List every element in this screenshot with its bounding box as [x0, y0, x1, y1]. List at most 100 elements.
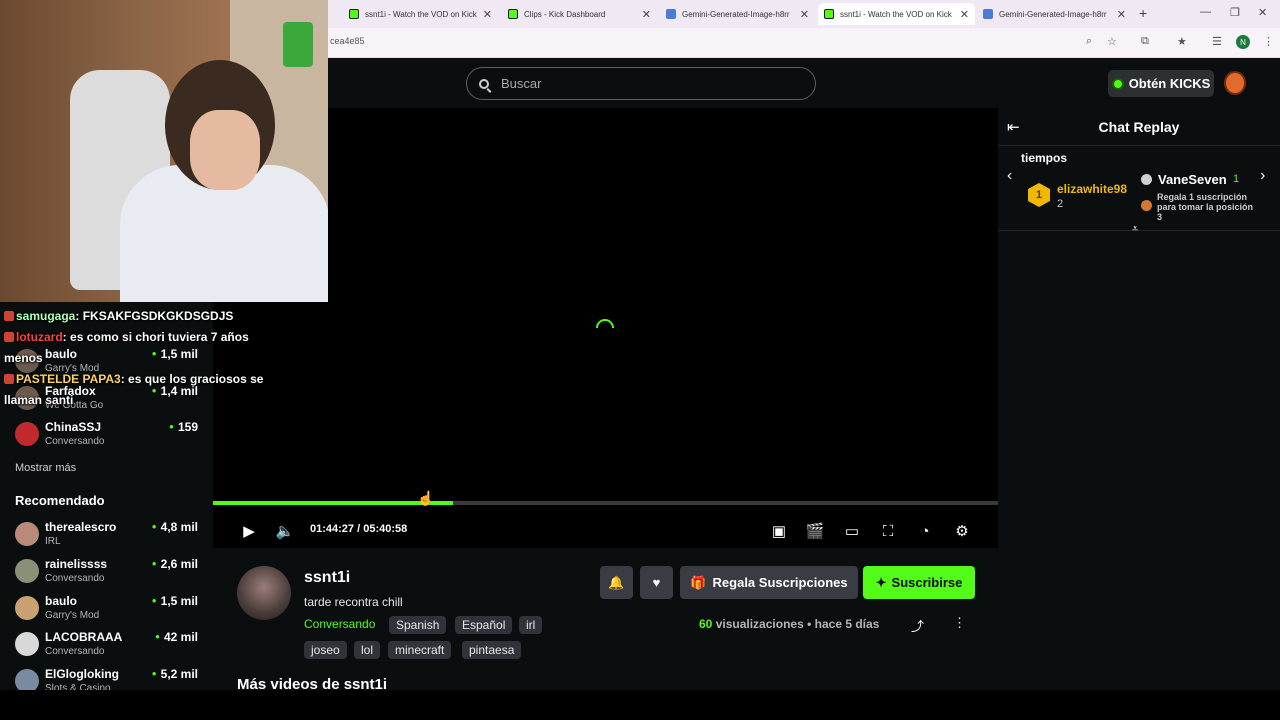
browser-tab-active[interactable]: ssnt1i - Watch the VOD on Kick ✕ — [818, 3, 975, 25]
player-controls: ▶ 🔈 01:44:27 / 05:40:58 ▣ 🎬 ▭ ⛶ ◔ ⚙ — [213, 515, 998, 547]
extensions-icon[interactable]: ⧉ — [1141, 35, 1149, 48]
playback-speed-icon[interactable]: ◔ — [916, 522, 934, 540]
silver-badge-icon — [1141, 174, 1152, 185]
chevron-right-icon[interactable]: › — [1260, 167, 1265, 185]
browser-tab[interactable]: Gemini-Generated-Image-h8rr ✕ — [977, 3, 1132, 25]
theater-mode-icon[interactable]: ▭ — [843, 522, 861, 540]
sparkle-icon: ✦ — [875, 574, 887, 590]
chat-title: Chat Replay — [1098, 119, 1180, 135]
chat-username: PASTELDE PAPA3 — [16, 372, 121, 386]
tag[interactable]: minecraft — [388, 641, 452, 659]
tag[interactable]: Spanish — [389, 616, 447, 634]
channel-name: therealescro — [45, 520, 117, 534]
tag[interactable]: lol — [354, 641, 381, 659]
sidebar-channel[interactable]: LACOBRAAA Conversando 42 mil — [15, 630, 200, 664]
gift-subs-button[interactable]: 🎁 Regala Suscripciones — [680, 566, 858, 599]
close-icon[interactable]: ✕ — [483, 8, 492, 21]
browser-tab[interactable]: Gemini-Generated-Image-h8rr ✕ — [660, 3, 815, 25]
tab-title: Clips - Kick Dashboard — [524, 9, 606, 19]
stream-chat-overlay: samugaga: FKSAKFGSDKGKDSGDJS lotuzard: e… — [4, 306, 264, 411]
chat-divider — [998, 230, 1280, 231]
bookmarks-icon[interactable]: ★ — [1177, 35, 1187, 48]
show-more-link[interactable]: Mostrar más — [15, 462, 76, 474]
leaderboard-caption: tiempos — [1021, 151, 1068, 165]
fullscreen-icon[interactable]: ⛶ — [879, 522, 897, 540]
channel-viewers: 2,6 mil — [152, 557, 198, 571]
channel-avatar — [15, 522, 39, 546]
close-icon[interactable]: ✕ — [960, 8, 969, 21]
third-place-prompt: Regala 1 suscripción para tomar la posic… — [1157, 192, 1254, 222]
user-avatar[interactable] — [1224, 71, 1246, 95]
tag[interactable]: irl — [519, 616, 543, 634]
notification-bell-button[interactable]: 🔔 — [600, 566, 633, 599]
bookmark-star-icon[interactable]: ☆ — [1107, 35, 1117, 48]
image-icon — [666, 9, 676, 19]
minimize-icon[interactable]: — — [1200, 6, 1211, 18]
search-bar[interactable] — [466, 67, 816, 100]
streamer-avatar[interactable] — [237, 566, 291, 620]
channel-name: rainelissss — [45, 557, 108, 571]
new-tab-icon[interactable]: + — [1139, 5, 1147, 21]
top-gifter-name[interactable]: elizawhite98 — [1057, 182, 1127, 196]
reading-list-icon[interactable]: ☰ — [1212, 35, 1222, 48]
chat-username: samugaga — [16, 309, 76, 323]
kick-icon — [508, 9, 518, 19]
bronze-badge-icon — [1141, 200, 1152, 211]
menu-dots-icon[interactable]: ⋮ — [1263, 35, 1274, 48]
view-stats: 60 visualizaciones • hace 5 días — [699, 617, 879, 631]
volume-icon[interactable]: 🔈 — [276, 522, 295, 540]
badge-icon — [4, 374, 14, 384]
browser-tab[interactable]: ssnt1i - Watch the VOD on Kick ✕ — [343, 3, 498, 25]
tab-title: Gemini-Generated-Image-h8rr — [682, 9, 790, 19]
follow-heart-button[interactable]: ♥ — [640, 566, 673, 599]
zoom-icon[interactable]: ⌕ — [1086, 35, 1092, 48]
gift-subs-label: Regala Suscripciones — [712, 575, 848, 590]
sidebar-channel[interactable]: rainelissss Conversando 2,6 mil — [15, 557, 200, 591]
mini-player-icon[interactable]: ▣ — [770, 522, 788, 540]
stream-title: tarde recontra chill — [304, 595, 403, 609]
browser-tab[interactable]: Clips - Kick Dashboard ✕ — [502, 3, 657, 25]
views-count: 60 — [699, 617, 713, 631]
more-options-icon[interactable]: ⋮ — [953, 615, 966, 631]
badge-icon — [4, 311, 14, 321]
search-input[interactable] — [499, 75, 779, 92]
close-icon[interactable]: ✕ — [800, 8, 809, 21]
channel-viewers: 5,2 mil — [152, 667, 198, 681]
stream-category[interactable]: Conversando — [304, 617, 375, 631]
play-icon[interactable]: ▶ — [240, 522, 258, 540]
channel-category: Conversando — [45, 573, 105, 584]
maximize-icon[interactable]: ❐ — [1230, 6, 1240, 19]
time-separator: / — [357, 523, 361, 535]
expand-leaderboard-icon[interactable]: ⩡ — [1132, 223, 1138, 236]
tag[interactable]: Español — [455, 616, 513, 634]
creeper-figure — [283, 22, 313, 67]
channel-avatar — [15, 559, 39, 583]
channel-category: Garry's Mod — [45, 610, 100, 621]
tag[interactable]: joseo — [304, 641, 347, 659]
browser-profile-avatar[interactable]: N — [1236, 35, 1250, 49]
streamer-face — [190, 110, 260, 190]
chevron-left-icon[interactable]: ‹ — [1007, 167, 1012, 185]
close-icon[interactable]: ✕ — [642, 8, 651, 21]
subscribe-button[interactable]: ✦ Suscribirse — [863, 566, 975, 599]
sidebar-channel[interactable]: ChinaSSJ Conversando 159 — [15, 420, 200, 454]
second-gifter-name[interactable]: VaneSeven — [1158, 172, 1227, 187]
share-icon[interactable]: ⤴ — [911, 616, 924, 635]
sidebar-channel[interactable]: baulo Garry's Mod 1,5 mil — [15, 594, 200, 628]
search-icon — [479, 78, 489, 89]
window-close-icon[interactable]: ✕ — [1258, 6, 1267, 19]
get-kicks-button[interactable]: Obtén KICKS — [1108, 70, 1214, 97]
video-progress-bar[interactable] — [213, 501, 998, 505]
settings-gear-icon[interactable]: ⚙ — [953, 522, 971, 540]
dot-separator: • — [807, 617, 815, 631]
tag[interactable]: pintaesa — [462, 641, 522, 659]
get-kicks-label: Obtén KICKS — [1128, 76, 1211, 91]
channel-avatar — [15, 632, 39, 656]
close-icon[interactable]: ✕ — [1117, 8, 1126, 21]
chat-overlay-message: PASTELDE PAPA3: es que los graciosos se … — [4, 372, 264, 407]
kick-icon — [349, 9, 359, 19]
url-text[interactable]: cea4e85 — [330, 36, 365, 46]
sidebar-channel[interactable]: therealescro IRL 4,8 mil — [15, 520, 200, 554]
clip-icon[interactable]: 🎬 — [806, 522, 825, 540]
streamer-name[interactable]: ssnt1i — [304, 569, 350, 587]
